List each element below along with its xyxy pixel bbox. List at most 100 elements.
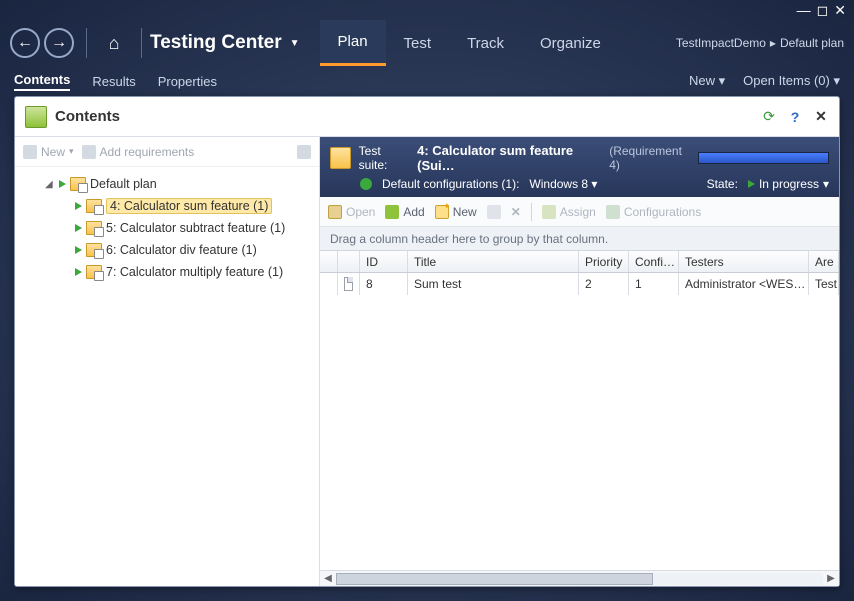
scroll-right-button[interactable]: ▶ — [823, 573, 839, 584]
forward-button[interactable]: → — [44, 28, 74, 58]
refresh-button[interactable]: ⟳ — [761, 109, 777, 125]
tree-item-label: 5: Calculator subtract feature (1) — [106, 221, 285, 235]
col-title[interactable]: Title — [408, 251, 579, 272]
suite-progress-bar — [698, 152, 829, 164]
tab-test[interactable]: Test — [386, 20, 450, 66]
col-icon[interactable] — [338, 251, 360, 272]
suite-prefix: Test suite: — [359, 144, 409, 172]
main-tabs: Plan Test Track Organize — [320, 20, 619, 66]
center-dropdown[interactable]: ▼ — [290, 38, 300, 49]
divider — [86, 28, 87, 58]
col-priority[interactable]: Priority — [579, 251, 629, 272]
group-by-bar[interactable]: Drag a column header here to group by th… — [320, 227, 839, 251]
col-drag-handle[interactable] — [320, 251, 338, 272]
cell-testers: Administrator <WES… — [679, 273, 809, 295]
suite-requirement-link[interactable]: (Requirement 4) — [609, 144, 690, 172]
copy-button[interactable] — [487, 205, 501, 219]
grid-body[interactable]: 8 Sum test 2 1 Administrator <WES… Test — [320, 273, 839, 570]
suite-title: 4: Calculator sum feature (Sui… — [417, 143, 601, 173]
scroll-thumb[interactable] — [336, 573, 653, 585]
tree-overflow-button[interactable] — [297, 145, 311, 159]
run-icon — [75, 268, 82, 276]
tree-item[interactable]: 7: Calculator multiply feature (1) — [19, 261, 315, 283]
open-items-dropdown[interactable]: Open Items (0) ▾ — [743, 73, 840, 89]
maximize-button[interactable]: ◻ — [817, 2, 829, 19]
suite-icon — [86, 265, 102, 279]
tree-toolbar: New ▾ Add requirements — [15, 137, 319, 167]
delete-button[interactable]: ✕ — [511, 205, 521, 219]
main-header: ← → ⌂ Testing Center ▼ Plan Test Track O… — [0, 20, 854, 66]
col-area[interactable]: Are — [809, 251, 839, 272]
scroll-track[interactable] — [336, 573, 823, 585]
new-dropdown[interactable]: New ▾ — [689, 73, 725, 89]
tab-organize[interactable]: Organize — [522, 20, 619, 66]
new-button[interactable]: New — [435, 205, 477, 219]
tree-add-requirements-button[interactable]: Add requirements — [82, 145, 195, 159]
run-icon — [75, 246, 82, 254]
close-panel-button[interactable]: ✕ — [813, 109, 829, 125]
divider — [141, 28, 142, 58]
suite-icon — [330, 147, 351, 169]
contents-icon — [25, 106, 47, 128]
col-testers[interactable]: Testers — [679, 251, 809, 272]
tree-item[interactable]: 4: Calculator sum feature (1) — [19, 195, 315, 217]
breadcrumb[interactable]: TestImpactDemo ▸ Default plan — [676, 36, 844, 50]
test-case-icon — [344, 277, 353, 291]
panel-title: Contents — [55, 108, 120, 125]
contents-panel: Contents ⟳ ? ✕ New ▾ Add requirements ◢ … — [14, 96, 840, 587]
scroll-left-button[interactable]: ◀ — [320, 573, 336, 584]
panel-header: Contents ⟳ ? ✕ — [15, 97, 839, 137]
app-title: Testing Center — [150, 32, 282, 54]
content-pane: Test suite: 4: Calculator sum feature (S… — [320, 137, 839, 586]
subtab-properties[interactable]: Properties — [158, 74, 217, 89]
tree-item-label: 7: Calculator multiply feature (1) — [106, 265, 283, 279]
divider — [531, 203, 532, 221]
run-icon — [75, 202, 82, 210]
check-icon — [360, 178, 372, 190]
window-close-button[interactable]: ✕ — [834, 2, 846, 19]
cell-config: 1 — [629, 273, 679, 295]
tree-pane: New ▾ Add requirements ◢ Default plan 4:… — [15, 137, 320, 586]
subtab-contents[interactable]: Contents — [14, 72, 70, 91]
minimize-button[interactable]: — — [797, 2, 811, 18]
open-button[interactable]: Open — [328, 205, 375, 219]
cell-area: Test — [809, 273, 839, 295]
home-button[interactable]: ⌂ — [101, 30, 127, 56]
cell-priority: 2 — [579, 273, 629, 295]
tree-new-button[interactable]: New ▾ — [23, 145, 74, 159]
assign-button[interactable]: Assign — [542, 205, 596, 219]
state-label: State: — [707, 177, 738, 191]
tree-item[interactable]: 6: Calculator div feature (1) — [19, 239, 315, 261]
col-config[interactable]: Confi… — [629, 251, 679, 272]
run-icon — [59, 180, 66, 188]
plan-icon — [70, 177, 86, 191]
col-id[interactable]: ID — [360, 251, 408, 272]
tab-track[interactable]: Track — [449, 20, 522, 66]
subtab-results[interactable]: Results — [92, 74, 135, 89]
sub-header: Contents Results Properties New ▾ Open I… — [0, 66, 854, 96]
breadcrumb-sep: ▸ — [770, 36, 776, 50]
horizontal-scrollbar[interactable]: ◀ ▶ — [320, 570, 839, 586]
breadcrumb-project[interactable]: TestImpactDemo — [676, 36, 766, 50]
tab-plan[interactable]: Plan — [320, 20, 386, 66]
suite-icon — [86, 221, 102, 235]
grid-header: ID Title Priority Confi… Testers Are — [320, 251, 839, 273]
suite-icon — [86, 243, 102, 257]
table-row[interactable]: 8 Sum test 2 1 Administrator <WES… Test — [320, 273, 839, 295]
config-dropdown[interactable]: Windows 8 ▾ — [529, 177, 597, 191]
tree-item[interactable]: 5: Calculator subtract feature (1) — [19, 217, 315, 239]
tree-item-label: 4: Calculator sum feature (1) — [106, 198, 272, 214]
help-button[interactable]: ? — [787, 109, 803, 125]
expander-icon[interactable]: ◢ — [45, 179, 55, 190]
tree-root[interactable]: ◢ Default plan — [19, 173, 315, 195]
configurations-button[interactable]: Configurations — [606, 205, 701, 219]
cell-title: Sum test — [408, 273, 579, 295]
run-icon — [75, 224, 82, 232]
config-label: Default configurations (1): — [382, 177, 519, 191]
state-dropdown[interactable]: In progress ▾ — [748, 177, 829, 191]
plan-tree[interactable]: ◢ Default plan 4: Calculator sum feature… — [15, 167, 319, 289]
breadcrumb-plan[interactable]: Default plan — [780, 36, 844, 50]
add-button[interactable]: Add — [385, 205, 424, 219]
back-button[interactable]: ← — [10, 28, 40, 58]
content-toolbar: Open Add New ✕ Assign Configurations — [320, 197, 839, 227]
